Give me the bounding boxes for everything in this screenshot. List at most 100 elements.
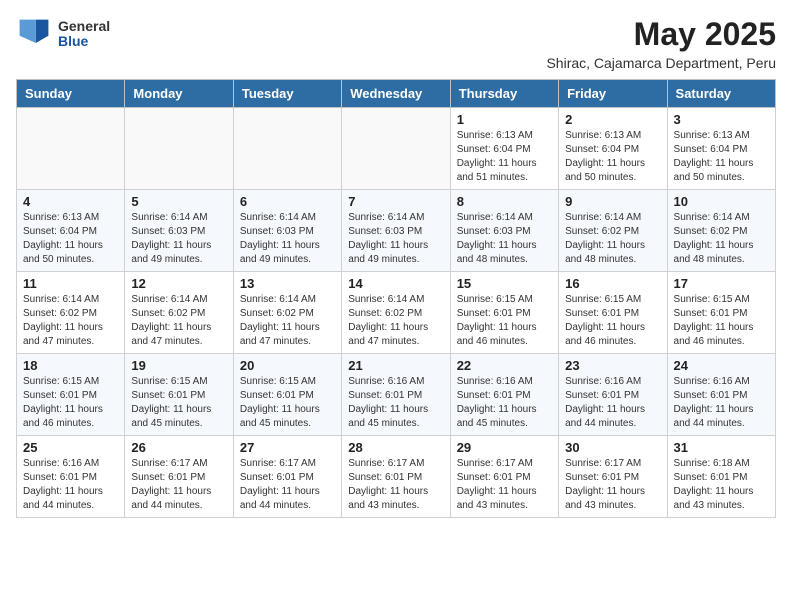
cell-content: Sunrise: 6:14 AM Sunset: 6:02 PM Dayligh… [674,211,769,267]
day-number: 27 [240,440,335,455]
weekday-header: Monday [125,80,233,108]
calendar-week-row: 4 Sunrise: 6:13 AM Sunset: 6:04 PM Daylig… [17,190,776,272]
weekday-header: Tuesday [233,80,341,108]
calendar-week-row: 1 Sunrise: 6:13 AM Sunset: 6:04 PM Daylig… [17,108,776,190]
day-number: 2 [565,112,660,127]
title-block: May 2025 Shirac, Cajamarca Department, P… [546,16,776,71]
calendar-cell [233,108,341,190]
weekday-header: Wednesday [342,80,450,108]
calendar-cell: 29 Sunrise: 6:17 AM Sunset: 6:01 PM Dayli… [450,436,558,518]
cell-content: Sunrise: 6:15 AM Sunset: 6:01 PM Dayligh… [457,293,552,349]
calendar-cell: 16 Sunrise: 6:15 AM Sunset: 6:01 PM Dayli… [559,272,667,354]
calendar-cell [125,108,233,190]
cell-content: Sunrise: 6:17 AM Sunset: 6:01 PM Dayligh… [131,457,226,513]
day-number: 18 [23,358,118,373]
cell-content: Sunrise: 6:13 AM Sunset: 6:04 PM Dayligh… [565,129,660,185]
calendar-cell: 12 Sunrise: 6:14 AM Sunset: 6:02 PM Dayli… [125,272,233,354]
calendar-cell: 13Sunrise: 6:14 AM Sunset: 6:02 PM Dayli… [233,272,341,354]
cell-content: Sunrise: 6:13 AM Sunset: 6:04 PM Dayligh… [457,129,552,185]
calendar-week-row: 25 Sunrise: 6:16 AM Sunset: 6:01 PM Dayli… [17,436,776,518]
calendar-cell: 20Sunrise: 6:15 AM Sunset: 6:01 PM Dayli… [233,354,341,436]
cell-content: Sunrise: 6:17 AM Sunset: 6:01 PM Dayligh… [348,457,443,513]
cell-content: Sunrise: 6:17 AM Sunset: 6:01 PM Dayligh… [457,457,552,513]
calendar-cell: 8Sunrise: 6:14 AM Sunset: 6:03 PM Daylig… [450,190,558,272]
cell-content: Sunrise: 6:13 AM Sunset: 6:04 PM Dayligh… [23,211,118,267]
calendar-cell: 22 Sunrise: 6:16 AM Sunset: 6:01 PM Dayli… [450,354,558,436]
calendar-cell: 17Sunrise: 6:15 AM Sunset: 6:01 PM Dayli… [667,272,775,354]
calendar-cell: 10 Sunrise: 6:14 AM Sunset: 6:02 PM Dayli… [667,190,775,272]
calendar-cell: 3 Sunrise: 6:13 AM Sunset: 6:04 PM Daylig… [667,108,775,190]
day-number: 15 [457,276,552,291]
cell-content: Sunrise: 6:17 AM Sunset: 6:01 PM Dayligh… [240,457,335,513]
cell-content: Sunrise: 6:14 AM Sunset: 6:02 PM Dayligh… [131,293,226,349]
calendar-cell: 1 Sunrise: 6:13 AM Sunset: 6:04 PM Daylig… [450,108,558,190]
day-number: 11 [23,276,118,291]
day-number: 31 [674,440,769,455]
calendar-week-row: 11 Sunrise: 6:14 AM Sunset: 6:02 PM Dayli… [17,272,776,354]
calendar-cell: 19 Sunrise: 6:15 AM Sunset: 6:01 PM Dayli… [125,354,233,436]
weekday-header: Thursday [450,80,558,108]
calendar-cell: 11 Sunrise: 6:14 AM Sunset: 6:02 PM Dayli… [17,272,125,354]
cell-content: Sunrise: 6:14 AM Sunset: 6:02 PM Dayligh… [565,211,660,267]
calendar-cell: 27 Sunrise: 6:17 AM Sunset: 6:01 PM Dayli… [233,436,341,518]
calendar-cell: 23Sunrise: 6:16 AM Sunset: 6:01 PM Dayli… [559,354,667,436]
day-number: 4 [23,194,118,209]
day-number: 23 [565,358,660,373]
cell-content: Sunrise: 6:13 AM Sunset: 6:04 PM Dayligh… [674,129,769,185]
calendar-cell: 25 Sunrise: 6:16 AM Sunset: 6:01 PM Dayli… [17,436,125,518]
calendar-cell: 15 Sunrise: 6:15 AM Sunset: 6:01 PM Dayli… [450,272,558,354]
day-number: 1 [457,112,552,127]
calendar-cell: 18Sunrise: 6:15 AM Sunset: 6:01 PM Dayli… [17,354,125,436]
day-number: 12 [131,276,226,291]
calendar-cell [17,108,125,190]
location-subtitle: Shirac, Cajamarca Department, Peru [546,55,776,71]
day-number: 3 [674,112,769,127]
day-number: 26 [131,440,226,455]
cell-content: Sunrise: 6:14 AM Sunset: 6:03 PM Dayligh… [348,211,443,267]
day-number: 21 [348,358,443,373]
day-number: 16 [565,276,660,291]
day-number: 7 [348,194,443,209]
calendar-cell: 21Sunrise: 6:16 AM Sunset: 6:01 PM Dayli… [342,354,450,436]
cell-content: Sunrise: 6:14 AM Sunset: 6:02 PM Dayligh… [23,293,118,349]
calendar-cell [342,108,450,190]
page-header: General Blue May 2025 Shirac, Cajamarca … [16,16,776,71]
logo-icon [16,16,52,52]
day-number: 19 [131,358,226,373]
calendar-cell: 24 Sunrise: 6:16 AM Sunset: 6:01 PM Dayli… [667,354,775,436]
cell-content: Sunrise: 6:15 AM Sunset: 6:01 PM Dayligh… [240,375,335,431]
day-number: 25 [23,440,118,455]
cell-content: Sunrise: 6:14 AM Sunset: 6:03 PM Dayligh… [240,211,335,267]
weekday-header: Saturday [667,80,775,108]
day-number: 29 [457,440,552,455]
calendar-cell: 30 Sunrise: 6:17 AM Sunset: 6:01 PM Dayli… [559,436,667,518]
calendar-cell: 31 Sunrise: 6:18 AM Sunset: 6:01 PM Dayli… [667,436,775,518]
cell-content: Sunrise: 6:15 AM Sunset: 6:01 PM Dayligh… [565,293,660,349]
logo: General Blue [16,16,110,52]
day-number: 6 [240,194,335,209]
calendar-cell: 28 Sunrise: 6:17 AM Sunset: 6:01 PM Dayli… [342,436,450,518]
cell-content: Sunrise: 6:14 AM Sunset: 6:03 PM Dayligh… [131,211,226,267]
cell-content: Sunrise: 6:14 AM Sunset: 6:02 PM Dayligh… [348,293,443,349]
calendar-cell: 7 Sunrise: 6:14 AM Sunset: 6:03 PM Daylig… [342,190,450,272]
day-number: 8 [457,194,552,209]
cell-content: Sunrise: 6:14 AM Sunset: 6:02 PM Dayligh… [240,293,335,349]
weekday-header: Friday [559,80,667,108]
calendar-cell: 2 Sunrise: 6:13 AM Sunset: 6:04 PM Daylig… [559,108,667,190]
day-number: 28 [348,440,443,455]
cell-content: Sunrise: 6:16 AM Sunset: 6:01 PM Dayligh… [23,457,118,513]
logo-blue-text: Blue [58,34,110,49]
calendar-cell: 6 Sunrise: 6:14 AM Sunset: 6:03 PM Daylig… [233,190,341,272]
cell-content: Sunrise: 6:16 AM Sunset: 6:01 PM Dayligh… [674,375,769,431]
cell-content: Sunrise: 6:18 AM Sunset: 6:01 PM Dayligh… [674,457,769,513]
calendar-table: SundayMondayTuesdayWednesdayThursdayFrid… [16,79,776,518]
cell-content: Sunrise: 6:15 AM Sunset: 6:01 PM Dayligh… [131,375,226,431]
day-number: 30 [565,440,660,455]
cell-content: Sunrise: 6:17 AM Sunset: 6:01 PM Dayligh… [565,457,660,513]
day-number: 22 [457,358,552,373]
cell-content: Sunrise: 6:16 AM Sunset: 6:01 PM Dayligh… [457,375,552,431]
day-number: 24 [674,358,769,373]
calendar-cell: 5Sunrise: 6:14 AM Sunset: 6:03 PM Daylig… [125,190,233,272]
day-number: 10 [674,194,769,209]
cell-content: Sunrise: 6:15 AM Sunset: 6:01 PM Dayligh… [674,293,769,349]
